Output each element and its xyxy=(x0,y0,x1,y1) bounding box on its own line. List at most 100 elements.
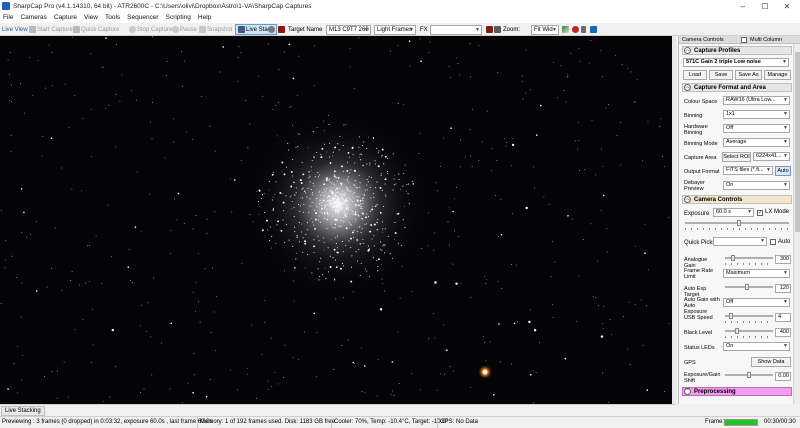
fx-select[interactable]: ▼ xyxy=(430,25,482,35)
pause-button[interactable]: Pause xyxy=(172,24,197,35)
cluster-star xyxy=(366,148,368,150)
frame-type-select[interactable]: Light Frames ▼ xyxy=(374,25,416,35)
section-camera-controls[interactable]: ︿ Camera Controls xyxy=(682,195,792,204)
tool-button[interactable] xyxy=(590,24,598,35)
record-button[interactable] xyxy=(486,24,494,35)
save-as-profile-button[interactable]: Save As xyxy=(735,70,762,80)
star xyxy=(478,45,480,46)
maximize-button[interactable]: ☐ xyxy=(754,0,776,12)
show-gps-data-button[interactable]: Show Data xyxy=(751,357,791,367)
manage-profiles-button[interactable]: Manage xyxy=(764,70,791,80)
chevron-down-icon: ▼ xyxy=(783,343,788,349)
panel-scrollbar[interactable] xyxy=(793,44,800,404)
usb-speed-input[interactable]: 4 xyxy=(775,313,791,322)
auto-exposure-checkbox[interactable] xyxy=(770,239,776,245)
star xyxy=(199,321,201,323)
section-capture-profiles[interactable]: ︿ Capture Profiles xyxy=(682,46,792,55)
exposure-slider[interactable] xyxy=(685,220,789,226)
auto-exp-target-input[interactable]: 120 xyxy=(775,284,791,293)
star xyxy=(429,41,431,43)
menu-scripting[interactable]: Scripting xyxy=(166,14,191,21)
live-view-button[interactable]: Live View xyxy=(2,24,28,35)
cluster-star xyxy=(355,203,357,206)
cluster-star xyxy=(302,251,304,253)
slider-thumb[interactable] xyxy=(735,328,739,334)
status-leds-select[interactable]: On ▼ xyxy=(723,342,790,351)
binning-select[interactable]: 1x1 ▼ xyxy=(723,110,790,119)
menu-file[interactable]: File xyxy=(3,14,13,21)
star xyxy=(177,192,180,195)
profile-select[interactable]: 571C Gain 2 triple Low noise ▼ xyxy=(683,58,789,67)
capture-area-select[interactable]: 6224x41... ▼ xyxy=(753,152,790,161)
cluster-star xyxy=(380,241,382,243)
exposure-shift-input[interactable]: 0.00 xyxy=(775,372,791,381)
histogram-button[interactable] xyxy=(268,24,276,35)
load-profile-button[interactable]: Load xyxy=(683,70,707,80)
target-button[interactable] xyxy=(572,24,580,35)
start-capture-button[interactable]: Start Capture xyxy=(29,24,73,35)
auto-gain-select[interactable]: Off ▼ xyxy=(723,298,790,307)
panel-scrollbar-thumb[interactable] xyxy=(795,52,800,232)
star xyxy=(44,375,46,377)
slider-thumb[interactable] xyxy=(745,284,749,290)
cluster-star xyxy=(394,232,397,234)
section-capture-format[interactable]: ︿ Capture Format and Area xyxy=(682,83,792,92)
cluster-star xyxy=(310,188,312,191)
exposure-select[interactable]: 60.0 s ▼ xyxy=(713,208,754,217)
menu-cameras[interactable]: Cameras xyxy=(20,14,46,21)
menu-view[interactable]: View xyxy=(84,14,98,21)
cluster-star xyxy=(367,215,369,217)
slider-thumb[interactable] xyxy=(737,220,741,226)
analogue-gain-input[interactable]: 300 xyxy=(775,255,791,264)
colour-space-select[interactable]: RAW16 (Ultra Low... ▼ xyxy=(723,96,790,105)
output-format-select[interactable]: FITS files (*.fi... ▼ xyxy=(723,166,773,175)
star xyxy=(525,206,528,210)
cluster-star xyxy=(347,208,350,210)
select-roi-button[interactable]: Select ROI xyxy=(722,152,751,162)
star xyxy=(640,299,642,301)
menu-sequencer[interactable]: Sequencer xyxy=(127,14,158,21)
tab-live-stacking[interactable]: Live Stacking xyxy=(1,406,45,416)
menu-help[interactable]: Help xyxy=(198,14,211,21)
black-level-input[interactable]: 400 xyxy=(775,328,791,337)
frame-rate-select[interactable]: Maximum ▼ xyxy=(723,269,790,278)
image-scrollbar[interactable] xyxy=(672,36,676,404)
lx-mode-checkbox[interactable]: ✓ xyxy=(757,210,763,216)
save-profile-button[interactable]: Save xyxy=(709,70,733,80)
menu-capture[interactable]: Capture xyxy=(54,14,77,21)
cluster-star xyxy=(345,215,347,217)
cluster-star xyxy=(303,190,305,192)
quick-picks-select[interactable]: ▼ xyxy=(713,237,767,246)
auto-exp-target-slider[interactable] xyxy=(725,284,773,290)
quick-capture-button[interactable]: Quick Capture xyxy=(73,24,119,35)
histogram-view-button[interactable] xyxy=(562,24,570,35)
exposure-shift-slider[interactable] xyxy=(725,372,773,378)
cluster-star xyxy=(382,245,384,247)
analogue-gain-slider[interactable] xyxy=(725,255,773,261)
auto-format-button[interactable]: Auto xyxy=(775,166,791,176)
stop-capture-button[interactable]: Stop Capture xyxy=(129,24,172,35)
target-name-select[interactable]: M13 C9T7 260 ▼ xyxy=(326,25,371,35)
menu-tools[interactable]: Tools xyxy=(105,14,120,21)
black-level-slider[interactable] xyxy=(725,328,773,334)
cluster-star xyxy=(292,245,294,247)
options-button[interactable] xyxy=(581,24,587,35)
zoom-select[interactable]: Fit Wid ▼ xyxy=(531,25,559,35)
cluster-star xyxy=(340,193,342,195)
slider-thumb[interactable] xyxy=(747,372,751,378)
slider-thumb[interactable] xyxy=(731,255,735,261)
close-button[interactable]: ✕ xyxy=(776,0,798,12)
grid-icon xyxy=(494,26,501,33)
multi-column-checkbox[interactable] xyxy=(741,37,747,43)
image-view[interactable] xyxy=(0,36,676,404)
slider-thumb[interactable] xyxy=(729,313,733,319)
snapshot-button[interactable]: Snapshot xyxy=(199,24,232,35)
minimize-button[interactable]: – xyxy=(732,0,754,12)
section-preprocessing[interactable]: ﹀ Preprocessing xyxy=(682,387,792,396)
debayer-preview-select[interactable]: On ▼ xyxy=(723,181,790,190)
color-button[interactable] xyxy=(278,24,286,35)
binning-mode-select[interactable]: Average ▼ xyxy=(723,138,790,147)
grid-button[interactable] xyxy=(494,24,502,35)
hardware-binning-select[interactable]: Off ▼ xyxy=(723,124,790,133)
usb-speed-slider[interactable] xyxy=(725,313,773,319)
